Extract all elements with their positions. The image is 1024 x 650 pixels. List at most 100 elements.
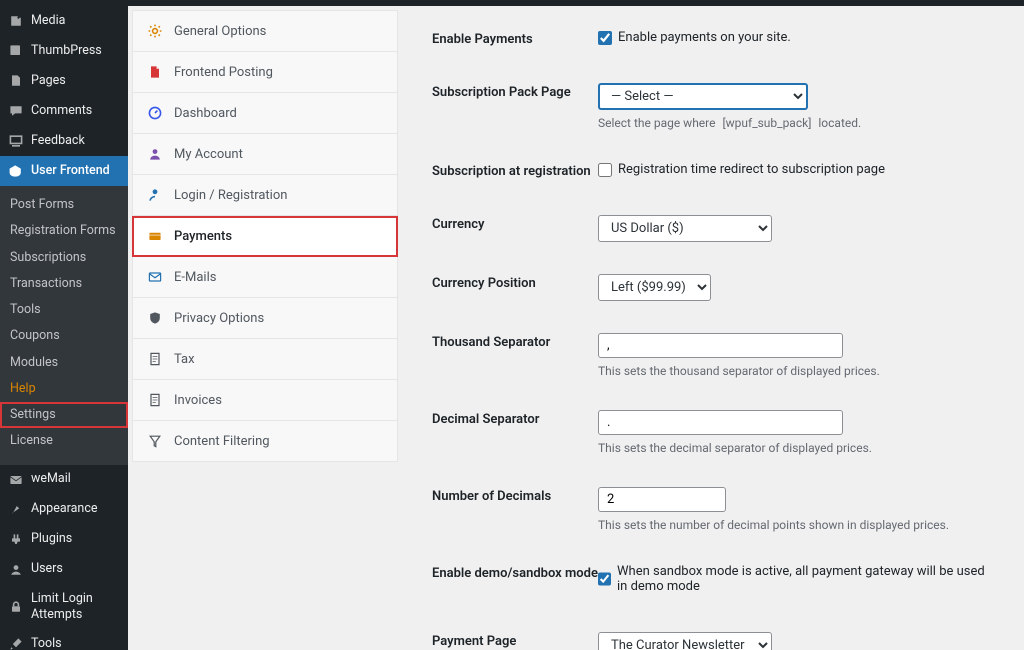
label-sub-page: Subscription Pack Page	[432, 83, 598, 130]
menu-feedback[interactable]: Feedback	[0, 126, 128, 156]
tab-icon	[146, 309, 164, 327]
field-thousand: This sets the thousand separator of disp…	[598, 333, 996, 378]
menu-media[interactable]: Media	[0, 6, 128, 36]
tab-icon	[146, 432, 164, 450]
check-sandbox[interactable]: When sandbox mode is active, all payment…	[598, 564, 996, 594]
submenu-help[interactable]: Help	[0, 376, 128, 402]
tab-icon	[146, 63, 164, 81]
tab-payments[interactable]: Payments	[132, 216, 398, 257]
media-icon	[7, 12, 25, 30]
menu-label: ThumbPress	[31, 43, 102, 59]
desc: This sets the number of decimal points s…	[598, 518, 996, 532]
check-sub_reg[interactable]: Registration time redirect to subscripti…	[598, 162, 996, 177]
field-sandbox: When sandbox mode is active, all payment…	[598, 564, 996, 600]
menu-pages[interactable]: Pages	[0, 66, 128, 96]
label-num-dec: Number of Decimals	[432, 487, 598, 532]
label-decimal: Decimal Separator	[432, 410, 598, 455]
desc: Select the page where [wpuf_sub_pack] lo…	[598, 116, 996, 130]
label-pay-page: Payment Page	[432, 632, 598, 650]
field-enable-payments: Enable payments on your site.	[598, 30, 996, 51]
row-sub-reg: Subscription at registrationRegistration…	[432, 162, 996, 183]
tab-invoices[interactable]: Invoices	[132, 380, 398, 421]
tab-label: My Account	[174, 147, 243, 162]
field-currency-pos: Left ($99.99)	[598, 274, 996, 301]
menu-label: Feedback	[31, 133, 85, 149]
input-thousand[interactable]	[598, 333, 843, 358]
row-sub-page: Subscription Pack Page— Select — Select t…	[432, 83, 996, 130]
menu-thumbpress[interactable]: ThumbPress	[0, 36, 128, 66]
row-decimal: Decimal SeparatorThis sets the decimal s…	[432, 410, 996, 455]
submenu-settings[interactable]: Settings	[0, 402, 128, 428]
menu-plugins[interactable]: Plugins	[0, 525, 128, 555]
field-num-dec: This sets the number of decimal points s…	[598, 487, 996, 532]
tools-icon	[7, 635, 25, 650]
label-currency: Currency	[432, 215, 598, 242]
menu-user-frontend[interactable]: User Frontend	[0, 156, 128, 186]
menu-appearance[interactable]: Appearance	[0, 495, 128, 525]
desc: This sets the thousand separator of disp…	[598, 364, 996, 378]
tab-label: Payments	[174, 229, 232, 244]
input-decimal[interactable]	[598, 410, 843, 435]
menu-limit-login-attempts[interactable]: Limit Login Attempts	[0, 585, 128, 630]
submenu-modules[interactable]: Modules	[0, 350, 128, 376]
tab-icon	[146, 104, 164, 122]
tab-tax[interactable]: Tax	[132, 339, 398, 380]
submenu-user-frontend: Post FormsRegistration FormsSubscription…	[0, 186, 128, 465]
tab-my-account[interactable]: My Account	[132, 134, 398, 175]
tab-label: Frontend Posting	[174, 65, 273, 80]
menu-label: Appearance	[31, 501, 98, 517]
check-enable_payments[interactable]: Enable payments on your site.	[598, 30, 996, 45]
tab-login-registration[interactable]: Login / Registration	[132, 175, 398, 216]
submenu-tools[interactable]: Tools	[0, 297, 128, 323]
tab-icon	[146, 391, 164, 409]
tab-frontend-posting[interactable]: Frontend Posting	[132, 52, 398, 93]
tab-label: Login / Registration	[174, 188, 287, 203]
submenu-license[interactable]: License	[0, 428, 128, 454]
label-enable-payments: Enable Payments	[432, 30, 598, 51]
row-enable-payments: Enable PaymentsEnable payments on your s…	[432, 30, 996, 51]
checkbox[interactable]	[598, 31, 612, 45]
tab-label: E-Mails	[174, 270, 216, 285]
desc: This sets the decimal separator of displ…	[598, 441, 996, 455]
menu-label: User Frontend	[31, 163, 110, 179]
select-pay-page[interactable]: The Curator Newsletter	[598, 632, 772, 650]
select-sub-page[interactable]: — Select —	[598, 83, 808, 110]
menu-wemail[interactable]: weMail	[0, 465, 128, 495]
submenu-coupons[interactable]: Coupons	[0, 323, 128, 349]
settings-tab-list: General Options Frontend Posting Dashboard…	[132, 10, 398, 650]
menu-users[interactable]: Users	[0, 555, 128, 585]
tab-general-options[interactable]: General Options	[132, 10, 398, 52]
row-num-dec: Number of DecimalsThis sets the number o…	[432, 487, 996, 532]
label-sub-reg: Subscription at registration	[432, 162, 598, 183]
select-currency[interactable]: US Dollar ($)	[598, 215, 772, 242]
field-decimal: This sets the decimal separator of displ…	[598, 410, 996, 455]
menu-tools[interactable]: Tools	[0, 629, 128, 650]
label-thousand: Thousand Separator	[432, 333, 598, 378]
submenu-transactions[interactable]: Transactions	[0, 271, 128, 297]
menu-label: Media	[31, 13, 65, 29]
submenu-registration-forms[interactable]: Registration Forms	[0, 218, 128, 244]
checkbox[interactable]	[598, 163, 612, 177]
menu-label: Users	[31, 561, 63, 577]
comments-icon	[7, 102, 25, 120]
input-num-dec[interactable]	[598, 487, 726, 512]
tab-icon	[146, 186, 164, 204]
menu-label: Limit Login Attempts	[31, 591, 121, 624]
select-currency-pos[interactable]: Left ($99.99)	[598, 274, 711, 301]
feedback-icon	[7, 132, 25, 150]
menu-label: Comments	[31, 103, 92, 119]
tab-dashboard[interactable]: Dashboard	[132, 93, 398, 134]
row-currency-pos: Currency PositionLeft ($99.99)	[432, 274, 996, 301]
submenu-post-forms[interactable]: Post Forms	[0, 192, 128, 218]
plugins-icon	[7, 531, 25, 549]
settings-form: Enable PaymentsEnable payments on your s…	[398, 6, 1024, 650]
tab-e-mails[interactable]: E-Mails	[132, 257, 398, 298]
submenu-subscriptions[interactable]: Subscriptions	[0, 245, 128, 271]
checkbox[interactable]	[598, 572, 611, 586]
tab-content-filtering[interactable]: Content Filtering	[132, 421, 398, 462]
tab-privacy-options[interactable]: Privacy Options	[132, 298, 398, 339]
field-currency: US Dollar ($)	[598, 215, 996, 242]
users-icon	[7, 561, 25, 579]
tab-label: Content Filtering	[174, 434, 270, 449]
menu-comments[interactable]: Comments	[0, 96, 128, 126]
